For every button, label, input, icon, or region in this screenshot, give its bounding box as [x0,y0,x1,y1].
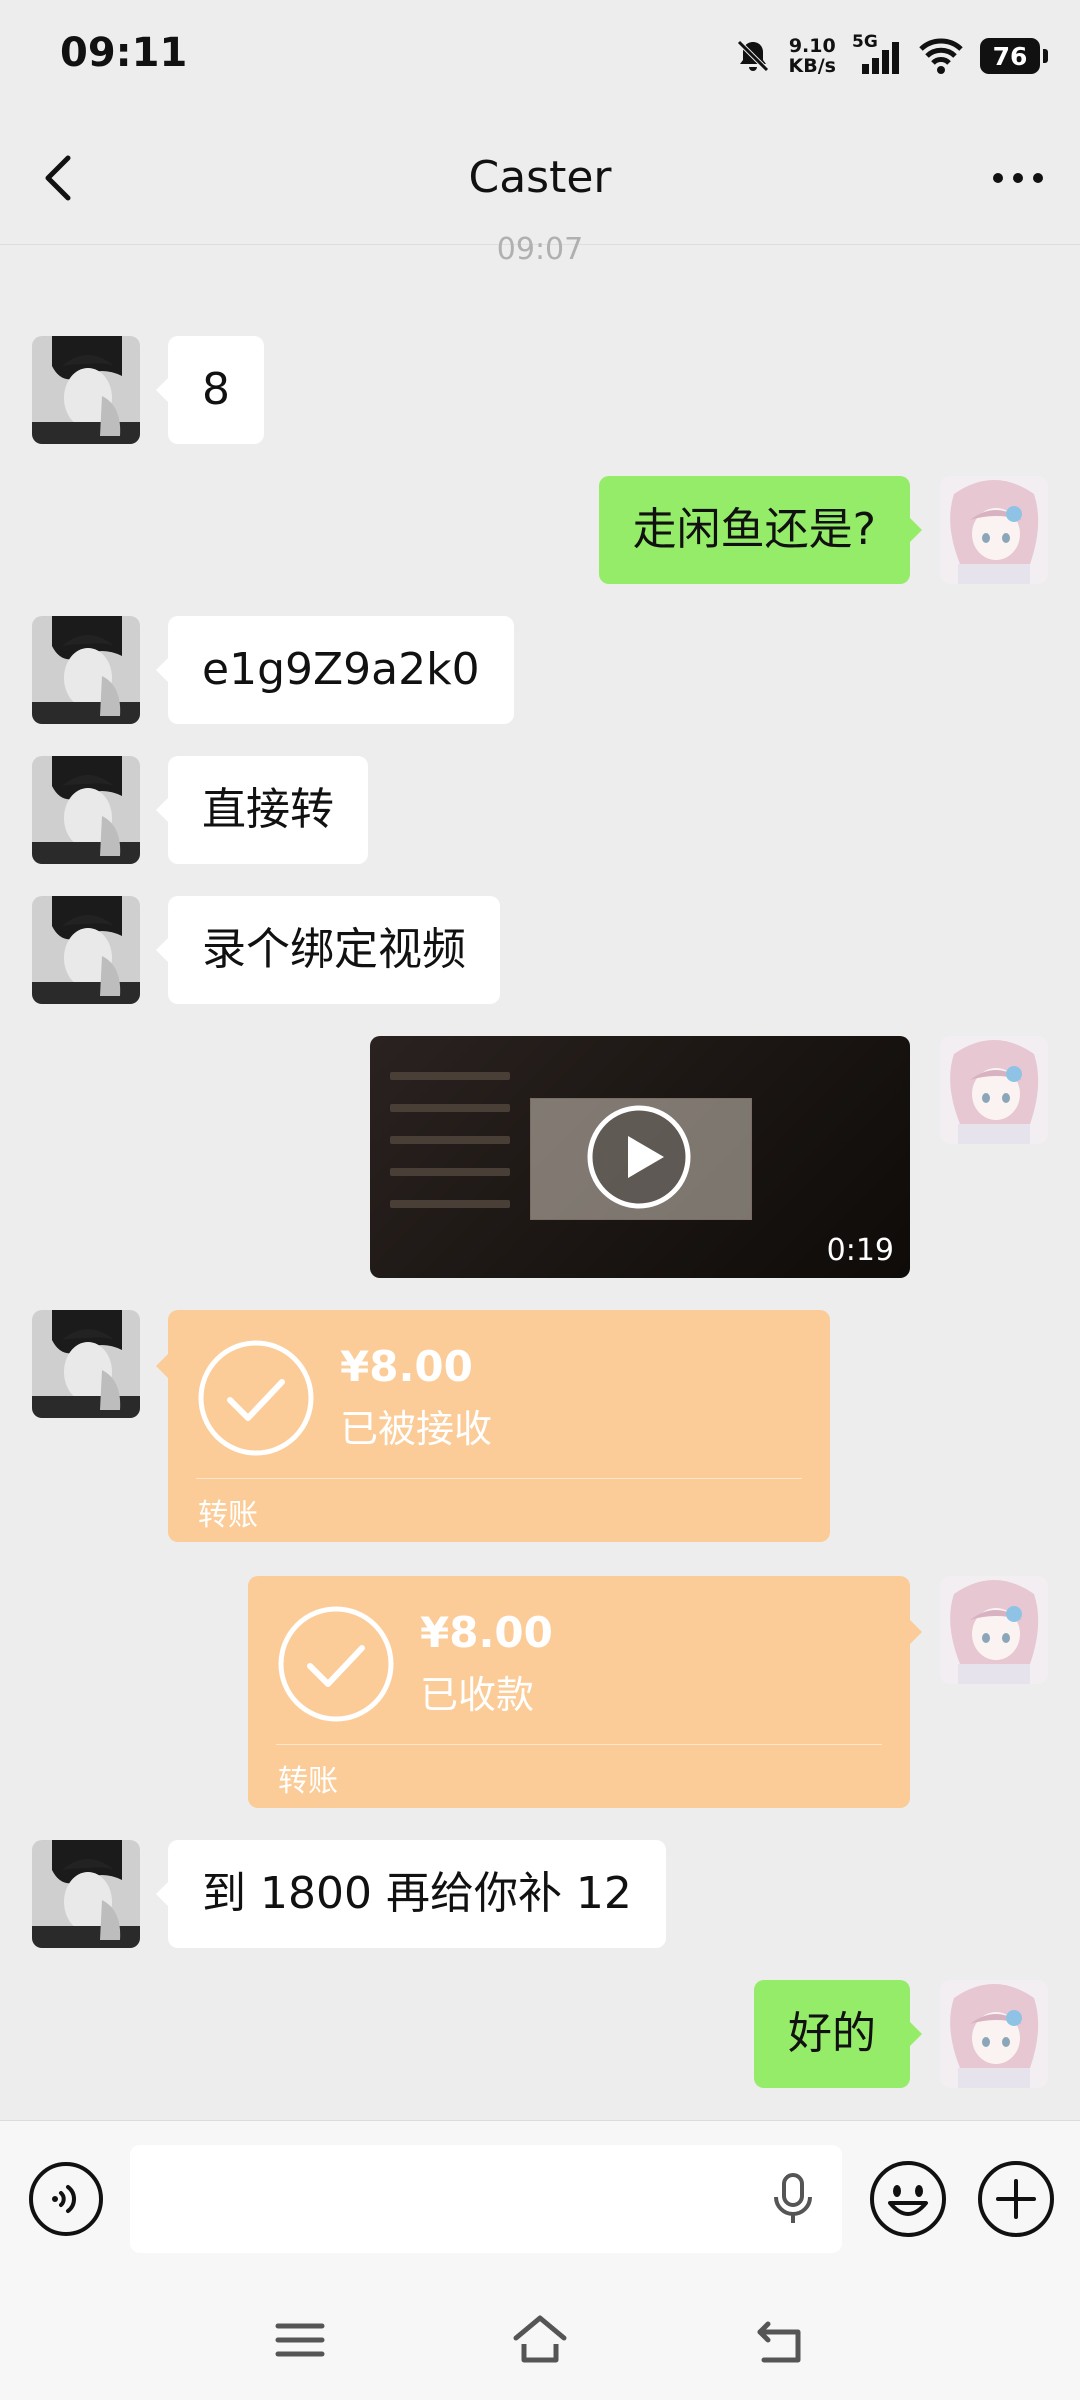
message-bubble-incoming[interactable]: 8 [156,336,264,444]
avatar-image [32,1840,140,1948]
input-bar [0,2120,1080,2281]
transfer-card-outgoing[interactable]: ¥8.00 已收款 转账 [248,1576,922,1808]
signal-block: 5G [852,32,902,78]
play-icon[interactable] [586,1104,692,1210]
my-avatar[interactable] [940,476,1048,584]
chat-header: Caster [0,112,1080,245]
bell-muted-icon [736,40,769,72]
avatar-image [940,476,1048,584]
message-bubble-incoming[interactable]: e1g9Z9a2k0 [156,616,514,724]
avatar-image [32,756,140,864]
message-bubble-outgoing[interactable]: 走闲鱼还是? [598,476,923,584]
net-speed-value: 9.10 [788,35,836,57]
transfer-status: 已被接收 [340,1407,493,1451]
signal-icon [862,42,899,74]
contact-avatar[interactable] [32,336,140,444]
contact-avatar[interactable] [32,1310,140,1418]
check-circle-icon [198,1340,314,1456]
transfer-amount: ¥8.00 [420,1608,553,1657]
status-time: 09:11 [60,30,188,76]
plus-icon[interactable] [976,2159,1056,2239]
message-input[interactable] [130,2145,842,2253]
message-bubble-incoming[interactable]: 直接转 [156,756,368,864]
transfer-amount: ¥8.00 [340,1342,473,1391]
voice-icon[interactable] [28,2161,104,2237]
status-icons: 9.10 KB/s 5G 76 [733,28,1048,84]
chat-timestamp: 09:07 [496,232,584,267]
avatar-image [32,616,140,724]
transfer-divider [276,1744,882,1745]
net-speed-unit: KB/s [788,55,836,77]
avatar-image [32,336,140,444]
my-avatar[interactable] [940,1980,1048,2088]
avatar-image [940,1980,1048,2088]
avatar-image [32,896,140,1004]
net-speed: 9.10 KB/s [789,36,836,76]
contact-avatar[interactable] [32,896,140,1004]
video-thumbnail-menu [390,1072,510,1232]
system-nav-bar [0,2280,1080,2400]
video-duration: 0:19 [826,1233,894,1268]
check-circle-icon [278,1606,394,1722]
chat-title: Caster [468,152,612,203]
avatar-image [940,1576,1048,1684]
back-icon[interactable] [750,2310,810,2370]
contact-avatar[interactable] [32,756,140,864]
battery-icon: 76 [980,38,1048,74]
message-bubble-outgoing[interactable]: 好的 [754,1980,922,2088]
video-message[interactable]: 0:19 [370,1036,910,1278]
transfer-label: 转账 [198,1498,258,1533]
emoji-icon[interactable] [868,2159,948,2239]
menu-icon[interactable] [270,2310,330,2370]
transfer-label: 转账 [278,1764,338,1799]
home-icon[interactable] [510,2310,570,2370]
my-avatar[interactable] [940,1036,1048,1144]
contact-avatar[interactable] [32,616,140,724]
avatar-image [940,1036,1048,1144]
contact-avatar[interactable] [32,1840,140,1948]
transfer-status: 已收款 [420,1673,535,1717]
my-avatar[interactable] [940,1576,1048,1684]
message-bubble-incoming[interactable]: 到 1800 再给你补 12 [156,1840,666,1948]
mic-icon[interactable] [770,2171,816,2227]
transfer-divider [196,1478,802,1479]
more-dots-icon[interactable] [986,148,1050,208]
message-bubble-incoming[interactable]: 录个绑定视频 [156,896,500,1004]
status-bar: 09:11 9.10 KB/s 5G 76 [0,0,1080,112]
transfer-card-incoming[interactable]: ¥8.00 已被接收 转账 [156,1310,830,1542]
wifi-icon [919,38,963,74]
avatar-image [32,1310,140,1418]
